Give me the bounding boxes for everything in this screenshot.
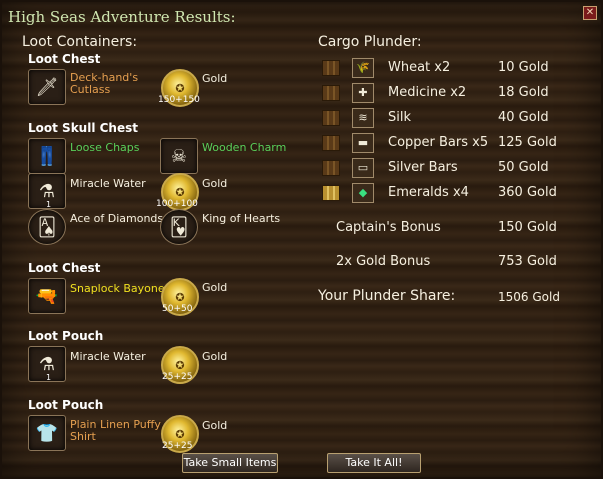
cargo-value: 18 Gold	[498, 85, 549, 100]
cargo-row: 🌾 Wheat x2 10 Gold	[322, 58, 592, 78]
cargo-row: ◆ Emeralds x4 360 Gold	[322, 183, 592, 203]
cargo-name: Copper Bars x5	[388, 135, 489, 150]
cargo-name: Silver Bars	[388, 160, 458, 175]
gold-amount: 25+25	[162, 372, 193, 382]
crate-icon	[322, 110, 340, 126]
cargo-row: ✚ Medicine x2 18 Gold	[322, 83, 592, 103]
item-label: Wooden Charm	[202, 141, 287, 154]
container-title: Loot Pouch	[28, 398, 104, 412]
item-label: Loose Chaps	[70, 141, 140, 154]
container-title: Loot Pouch	[28, 329, 104, 343]
item-label: Snaplock Bayonet	[70, 282, 169, 295]
cargo-plunder-header: Cargo Plunder:	[318, 34, 422, 50]
crate-icon	[322, 60, 340, 76]
captains-bonus-label: Captain's Bonus	[336, 220, 441, 235]
cargo-row: ▬ Copper Bars x5 125 Gold	[322, 133, 592, 153]
crate-icon	[322, 185, 340, 201]
item-label: Gold	[202, 177, 228, 190]
sword-icon[interactable]: 🗡	[28, 69, 66, 105]
crate-icon	[322, 135, 340, 151]
cargo-name: Emeralds x4	[388, 185, 469, 200]
take-small-items-button[interactable]: Take Small Items	[182, 453, 278, 473]
plunder-share-label: Your Plunder Share:	[318, 288, 456, 304]
card-icon[interactable]: 🂾	[160, 209, 198, 245]
gold-bonus-value: 753 Gold	[498, 254, 557, 269]
item-qty: 1	[46, 200, 52, 209]
cargo-row: ▭ Silver Bars 50 Gold	[322, 158, 592, 178]
gold-bonus-label: 2x Gold Bonus	[336, 254, 431, 269]
item-label: Miracle Water	[70, 177, 146, 190]
item-qty: 1	[46, 373, 52, 382]
item-label: Gold	[202, 281, 228, 294]
close-button[interactable]: ✕	[583, 6, 597, 20]
shirt-icon[interactable]: 👕	[28, 415, 66, 451]
close-icon: ✕	[585, 7, 595, 18]
silk-icon: ≋	[352, 108, 374, 128]
medicine-icon: ✚	[352, 83, 374, 103]
item-label: Plain Linen Puffy Shirt	[70, 418, 161, 443]
item-label: King of Hearts	[202, 212, 281, 225]
silver-bars-icon: ▭	[352, 158, 374, 178]
crate-icon	[322, 85, 340, 101]
card-icon[interactable]: 🂡	[28, 209, 66, 245]
cargo-value: 40 Gold	[498, 110, 549, 125]
cargo-name: Medicine x2	[388, 85, 467, 100]
gold-amount: 150+150	[158, 95, 200, 105]
plunder-share-value: 1506 Gold	[498, 290, 560, 304]
container-title: Loot Skull Chest	[28, 121, 138, 135]
cargo-name: Wheat x2	[388, 60, 451, 75]
container-title: Loot Chest	[28, 52, 101, 66]
loot-containers-header: Loot Containers:	[22, 34, 138, 50]
cargo-value: 50 Gold	[498, 160, 549, 175]
wheat-icon: 🌾	[352, 58, 374, 78]
gold-amount: 25+25	[162, 441, 193, 451]
pants-icon[interactable]: 👖	[28, 138, 66, 174]
cargo-value: 10 Gold	[498, 60, 549, 75]
crate-icon	[322, 160, 340, 176]
take-it-all-button[interactable]: Take It All!	[327, 453, 421, 473]
gold-amount: 100+100	[156, 199, 198, 209]
item-label: Deck-hand's Cutlass	[70, 71, 139, 96]
item-label: Miracle Water	[70, 350, 146, 363]
skull-charm-icon[interactable]: ☠	[160, 138, 198, 174]
container-title: Loot Chest	[28, 261, 101, 275]
item-label: Ace of Diamonds	[70, 212, 164, 225]
cargo-row: ≋ Silk 40 Gold	[322, 108, 592, 128]
captains-bonus-value: 150 Gold	[498, 220, 557, 235]
window-title: High Seas Adventure Results:	[8, 8, 236, 26]
cargo-name: Silk	[388, 110, 412, 125]
item-label: Gold	[202, 419, 228, 432]
cargo-value: 125 Gold	[498, 135, 557, 150]
emerald-icon: ◆	[352, 183, 374, 203]
copper-bars-icon: ▬	[352, 133, 374, 153]
musket-icon[interactable]: 🔫	[28, 278, 66, 314]
cargo-value: 360 Gold	[498, 185, 557, 200]
item-label: Gold	[202, 72, 228, 85]
item-label: Gold	[202, 350, 228, 363]
gold-amount: 50+50	[162, 304, 193, 314]
